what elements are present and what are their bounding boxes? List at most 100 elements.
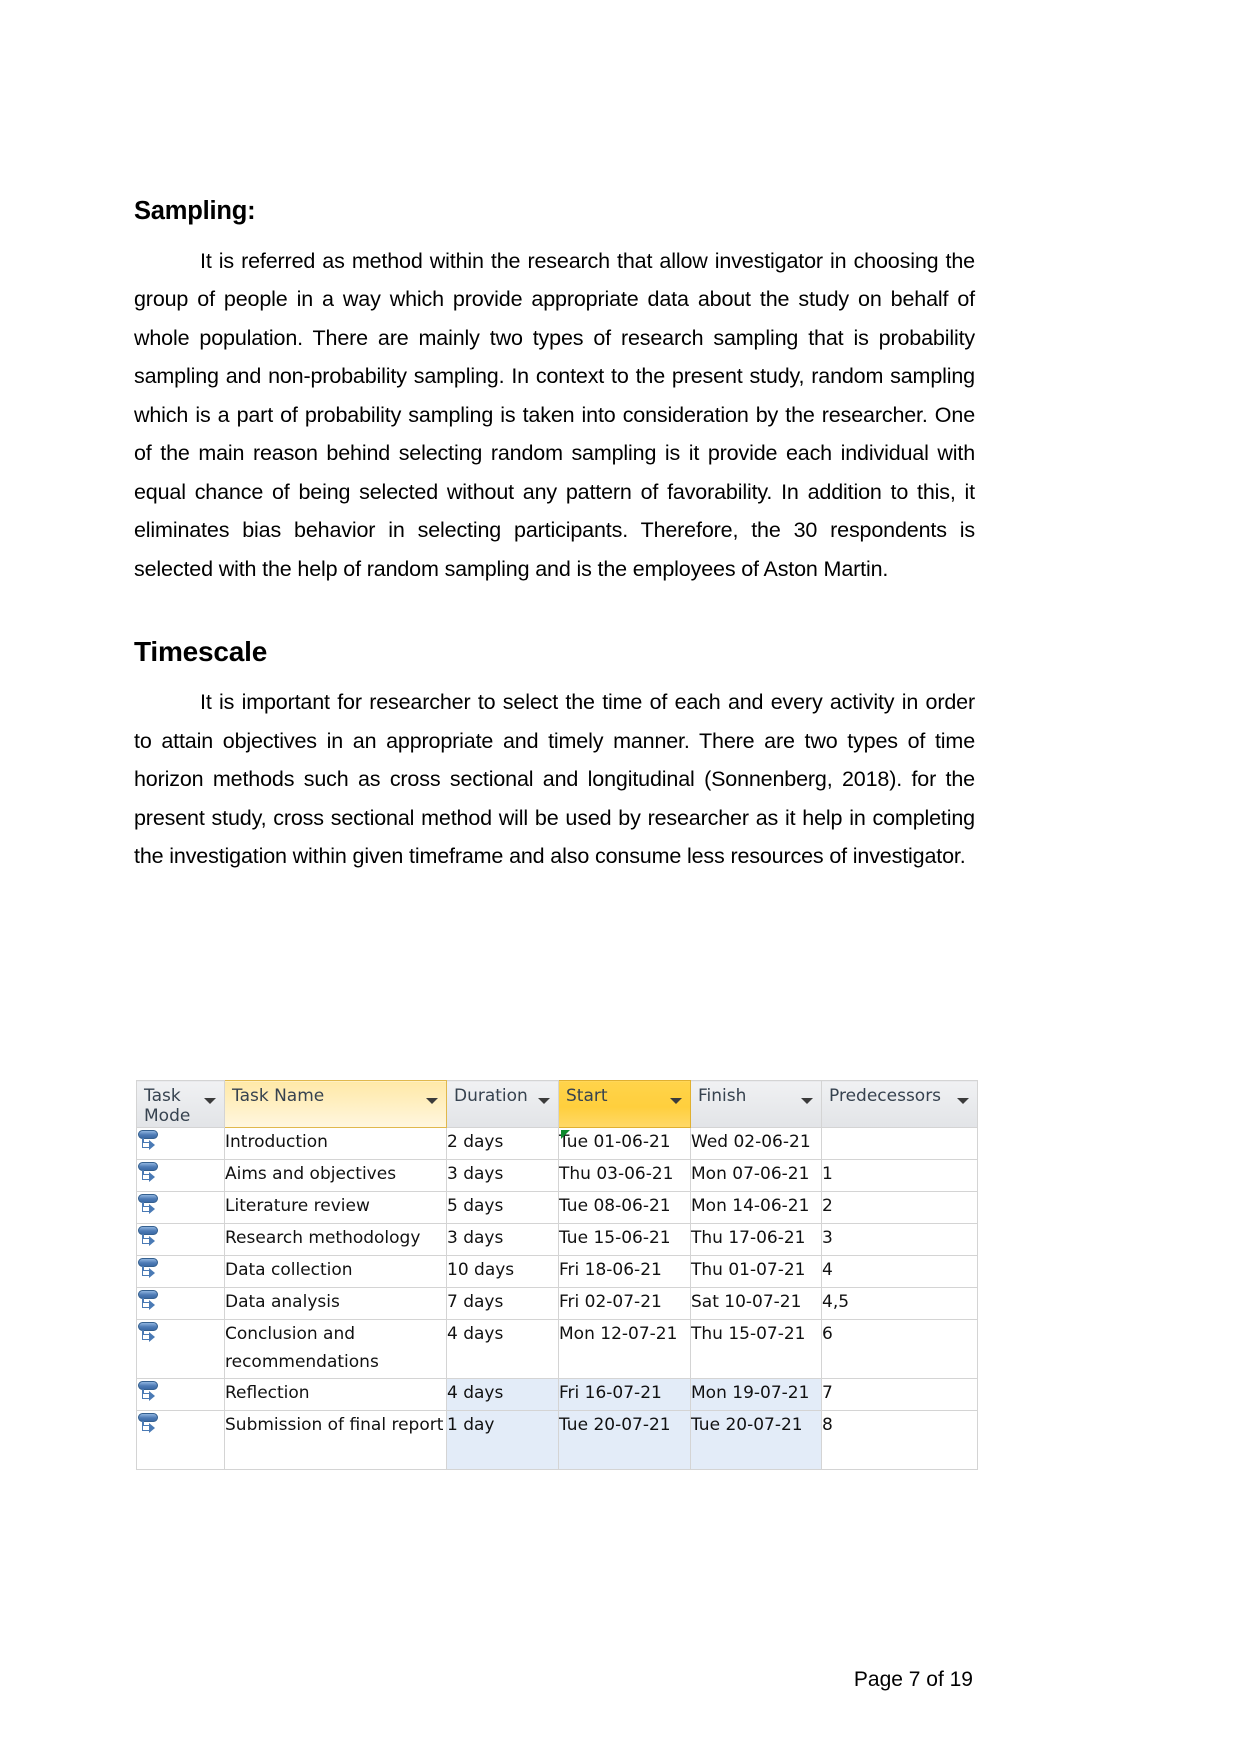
cell-start-text: Tue 08-06-21 [559, 1196, 671, 1216]
cell-start-text: Thu 03-06-21 [559, 1164, 674, 1184]
cell-duration-text: 4 days [447, 1324, 504, 1344]
column-header-task-name[interactable]: Task Name [224, 1080, 447, 1128]
cell-finish[interactable]: Thu 17-06-21 [690, 1223, 822, 1256]
cell-task-mode[interactable] [136, 1378, 225, 1411]
paragraph-timescale: It is important for researcher to select… [134, 690, 975, 869]
cell-predecessors[interactable]: 1 [821, 1159, 978, 1192]
cell-task-name-text: Aims and objectives [225, 1164, 397, 1184]
cell-start[interactable]: Fri 18-06-21 [558, 1255, 691, 1288]
cell-predecessors[interactable]: 6 [821, 1319, 978, 1379]
cell-task-mode[interactable] [136, 1127, 225, 1160]
cell-start[interactable]: Tue 15-06-21 [558, 1223, 691, 1256]
cell-task-name[interactable]: Literature review [224, 1191, 447, 1224]
filter-chevron-down-icon[interactable] [670, 1098, 682, 1104]
cell-finish-text: Thu 01-07-21 [691, 1260, 806, 1280]
manually-scheduled-icon [137, 1288, 163, 1314]
column-header-task-mode[interactable]: Task Mode [136, 1080, 225, 1128]
cell-predecessors[interactable]: 2 [821, 1191, 978, 1224]
column-header-finish[interactable]: Finish [690, 1080, 822, 1128]
cell-task-mode[interactable] [136, 1159, 225, 1192]
cell-start[interactable]: Mon 12-07-21 [558, 1319, 691, 1379]
table-row[interactable]: Aims and objectives 3 days Thu 03-06-21 Mon… [136, 1159, 978, 1192]
cell-task-name[interactable]: Data collection [224, 1255, 447, 1288]
cell-start[interactable]: Fri 16-07-21 [558, 1378, 691, 1411]
cell-duration[interactable]: 3 days [446, 1223, 559, 1256]
cell-duration[interactable]: 4 days [446, 1319, 559, 1379]
cell-predecessors-text: 8 [822, 1415, 833, 1435]
cell-task-name[interactable]: Aims and objectives [224, 1159, 447, 1192]
column-header-start[interactable]: Start [558, 1080, 691, 1128]
cell-task-mode[interactable] [136, 1319, 225, 1379]
cell-finish[interactable]: Mon 07-06-21 [690, 1159, 822, 1192]
table-row[interactable]: Research methodology 3 days Tue 15-06-21 Th… [136, 1223, 978, 1256]
cell-start-text: Tue 15-06-21 [559, 1228, 671, 1248]
filter-chevron-down-icon[interactable] [538, 1098, 550, 1104]
heading-sampling: Sampling: [134, 197, 256, 225]
cell-task-name[interactable]: Reflection [224, 1378, 447, 1411]
cell-predecessors[interactable]: 4 [821, 1255, 978, 1288]
table-body: Introduction 2 days Tue 01-06-21 Wed 02-06-… [136, 1127, 978, 1470]
filter-chevron-down-icon[interactable] [957, 1098, 969, 1104]
cell-predecessors[interactable]: 4,5 [821, 1287, 978, 1320]
cell-predecessors-text: 4,5 [822, 1292, 850, 1312]
cell-task-name[interactable]: Data analysis [224, 1287, 447, 1320]
cell-duration[interactable]: 4 days [446, 1378, 559, 1411]
cell-task-name-text: Research methodology [225, 1228, 421, 1248]
cell-finish[interactable]: Wed 02-06-21 [690, 1127, 822, 1160]
cell-task-name[interactable]: Research methodology [224, 1223, 447, 1256]
table-row[interactable]: Introduction 2 days Tue 01-06-21 Wed 02-06-… [136, 1127, 978, 1160]
cell-predecessors[interactable]: 8 [821, 1410, 978, 1470]
cell-finish[interactable]: Tue 20-07-21 [690, 1410, 822, 1470]
cell-finish[interactable]: Sat 10-07-21 [690, 1287, 822, 1320]
cell-task-mode[interactable] [136, 1287, 225, 1320]
cell-start[interactable]: Tue 01-06-21 [558, 1127, 691, 1160]
cell-task-mode[interactable] [136, 1223, 225, 1256]
cell-predecessors[interactable]: 3 [821, 1223, 978, 1256]
filter-chevron-down-icon[interactable] [801, 1098, 813, 1104]
table-row[interactable]: Data analysis 7 days Fri 02-07-21 Sat 10-07… [136, 1287, 978, 1320]
column-header-task-name-label: Task Name [232, 1086, 325, 1106]
table-row[interactable]: Literature review 5 days Tue 08-06-21 Mon 1… [136, 1191, 978, 1224]
table-row[interactable]: Reflection 4 days Fri 16-07-21 Mon 19-07-21… [136, 1378, 978, 1411]
cell-start-text: Tue 20-07-21 [559, 1415, 671, 1435]
cell-task-name[interactable]: Conclusion and recommendations [224, 1319, 447, 1379]
table-row[interactable]: Data collection 10 days Fri 18-06-21 Thu 01… [136, 1255, 978, 1288]
cell-finish[interactable]: Mon 14-06-21 [690, 1191, 822, 1224]
cell-start[interactable]: Thu 03-06-21 [558, 1159, 691, 1192]
cell-task-name-text: Reflection [225, 1383, 310, 1403]
cell-finish-text: Mon 14-06-21 [691, 1196, 810, 1216]
cell-duration-text: 10 days [447, 1260, 515, 1280]
cell-start[interactable]: Tue 08-06-21 [558, 1191, 691, 1224]
cell-finish[interactable]: Thu 01-07-21 [690, 1255, 822, 1288]
cell-task-mode[interactable] [136, 1191, 225, 1224]
cell-finish-text: Thu 15-07-21 [691, 1324, 806, 1344]
table-row[interactable]: Submission of final report 1 day Tue 20-07… [136, 1410, 978, 1470]
cell-finish[interactable]: Mon 19-07-21 [690, 1378, 822, 1411]
column-header-predecessors[interactable]: Predecessors [821, 1080, 978, 1128]
cell-duration[interactable]: 3 days [446, 1159, 559, 1192]
cell-task-name[interactable]: Introduction [224, 1127, 447, 1160]
cell-predecessors[interactable]: 7 [821, 1378, 978, 1411]
cell-duration[interactable]: 2 days [446, 1127, 559, 1160]
cell-duration-text: 4 days [447, 1383, 504, 1403]
paragraph-sampling: It is referred as method within the rese… [134, 248, 975, 581]
manually-scheduled-icon [137, 1224, 163, 1250]
cell-duration[interactable]: 5 days [446, 1191, 559, 1224]
cell-finish[interactable]: Thu 15-07-21 [690, 1319, 822, 1379]
cell-finish-text: Thu 17-06-21 [691, 1228, 806, 1248]
cell-task-mode[interactable] [136, 1255, 225, 1288]
cell-task-mode[interactable] [136, 1410, 225, 1470]
cell-duration[interactable]: 1 day [446, 1410, 559, 1470]
column-header-duration[interactable]: Duration [446, 1080, 559, 1128]
cell-start[interactable]: Fri 02-07-21 [558, 1287, 691, 1320]
cell-duration[interactable]: 7 days [446, 1287, 559, 1320]
cell-predecessors-text: 2 [822, 1196, 833, 1216]
filter-chevron-down-icon[interactable] [426, 1098, 438, 1104]
table-row[interactable]: Conclusion and recommendations 4 days Mon … [136, 1319, 978, 1379]
cell-duration[interactable]: 10 days [446, 1255, 559, 1288]
cell-start[interactable]: Tue 20-07-21 [558, 1410, 691, 1470]
cell-predecessors[interactable] [821, 1127, 978, 1160]
cell-finish-text: Wed 02-06-21 [691, 1132, 811, 1152]
cell-task-name[interactable]: Submission of final report [224, 1410, 447, 1470]
filter-chevron-down-icon[interactable] [204, 1098, 216, 1104]
